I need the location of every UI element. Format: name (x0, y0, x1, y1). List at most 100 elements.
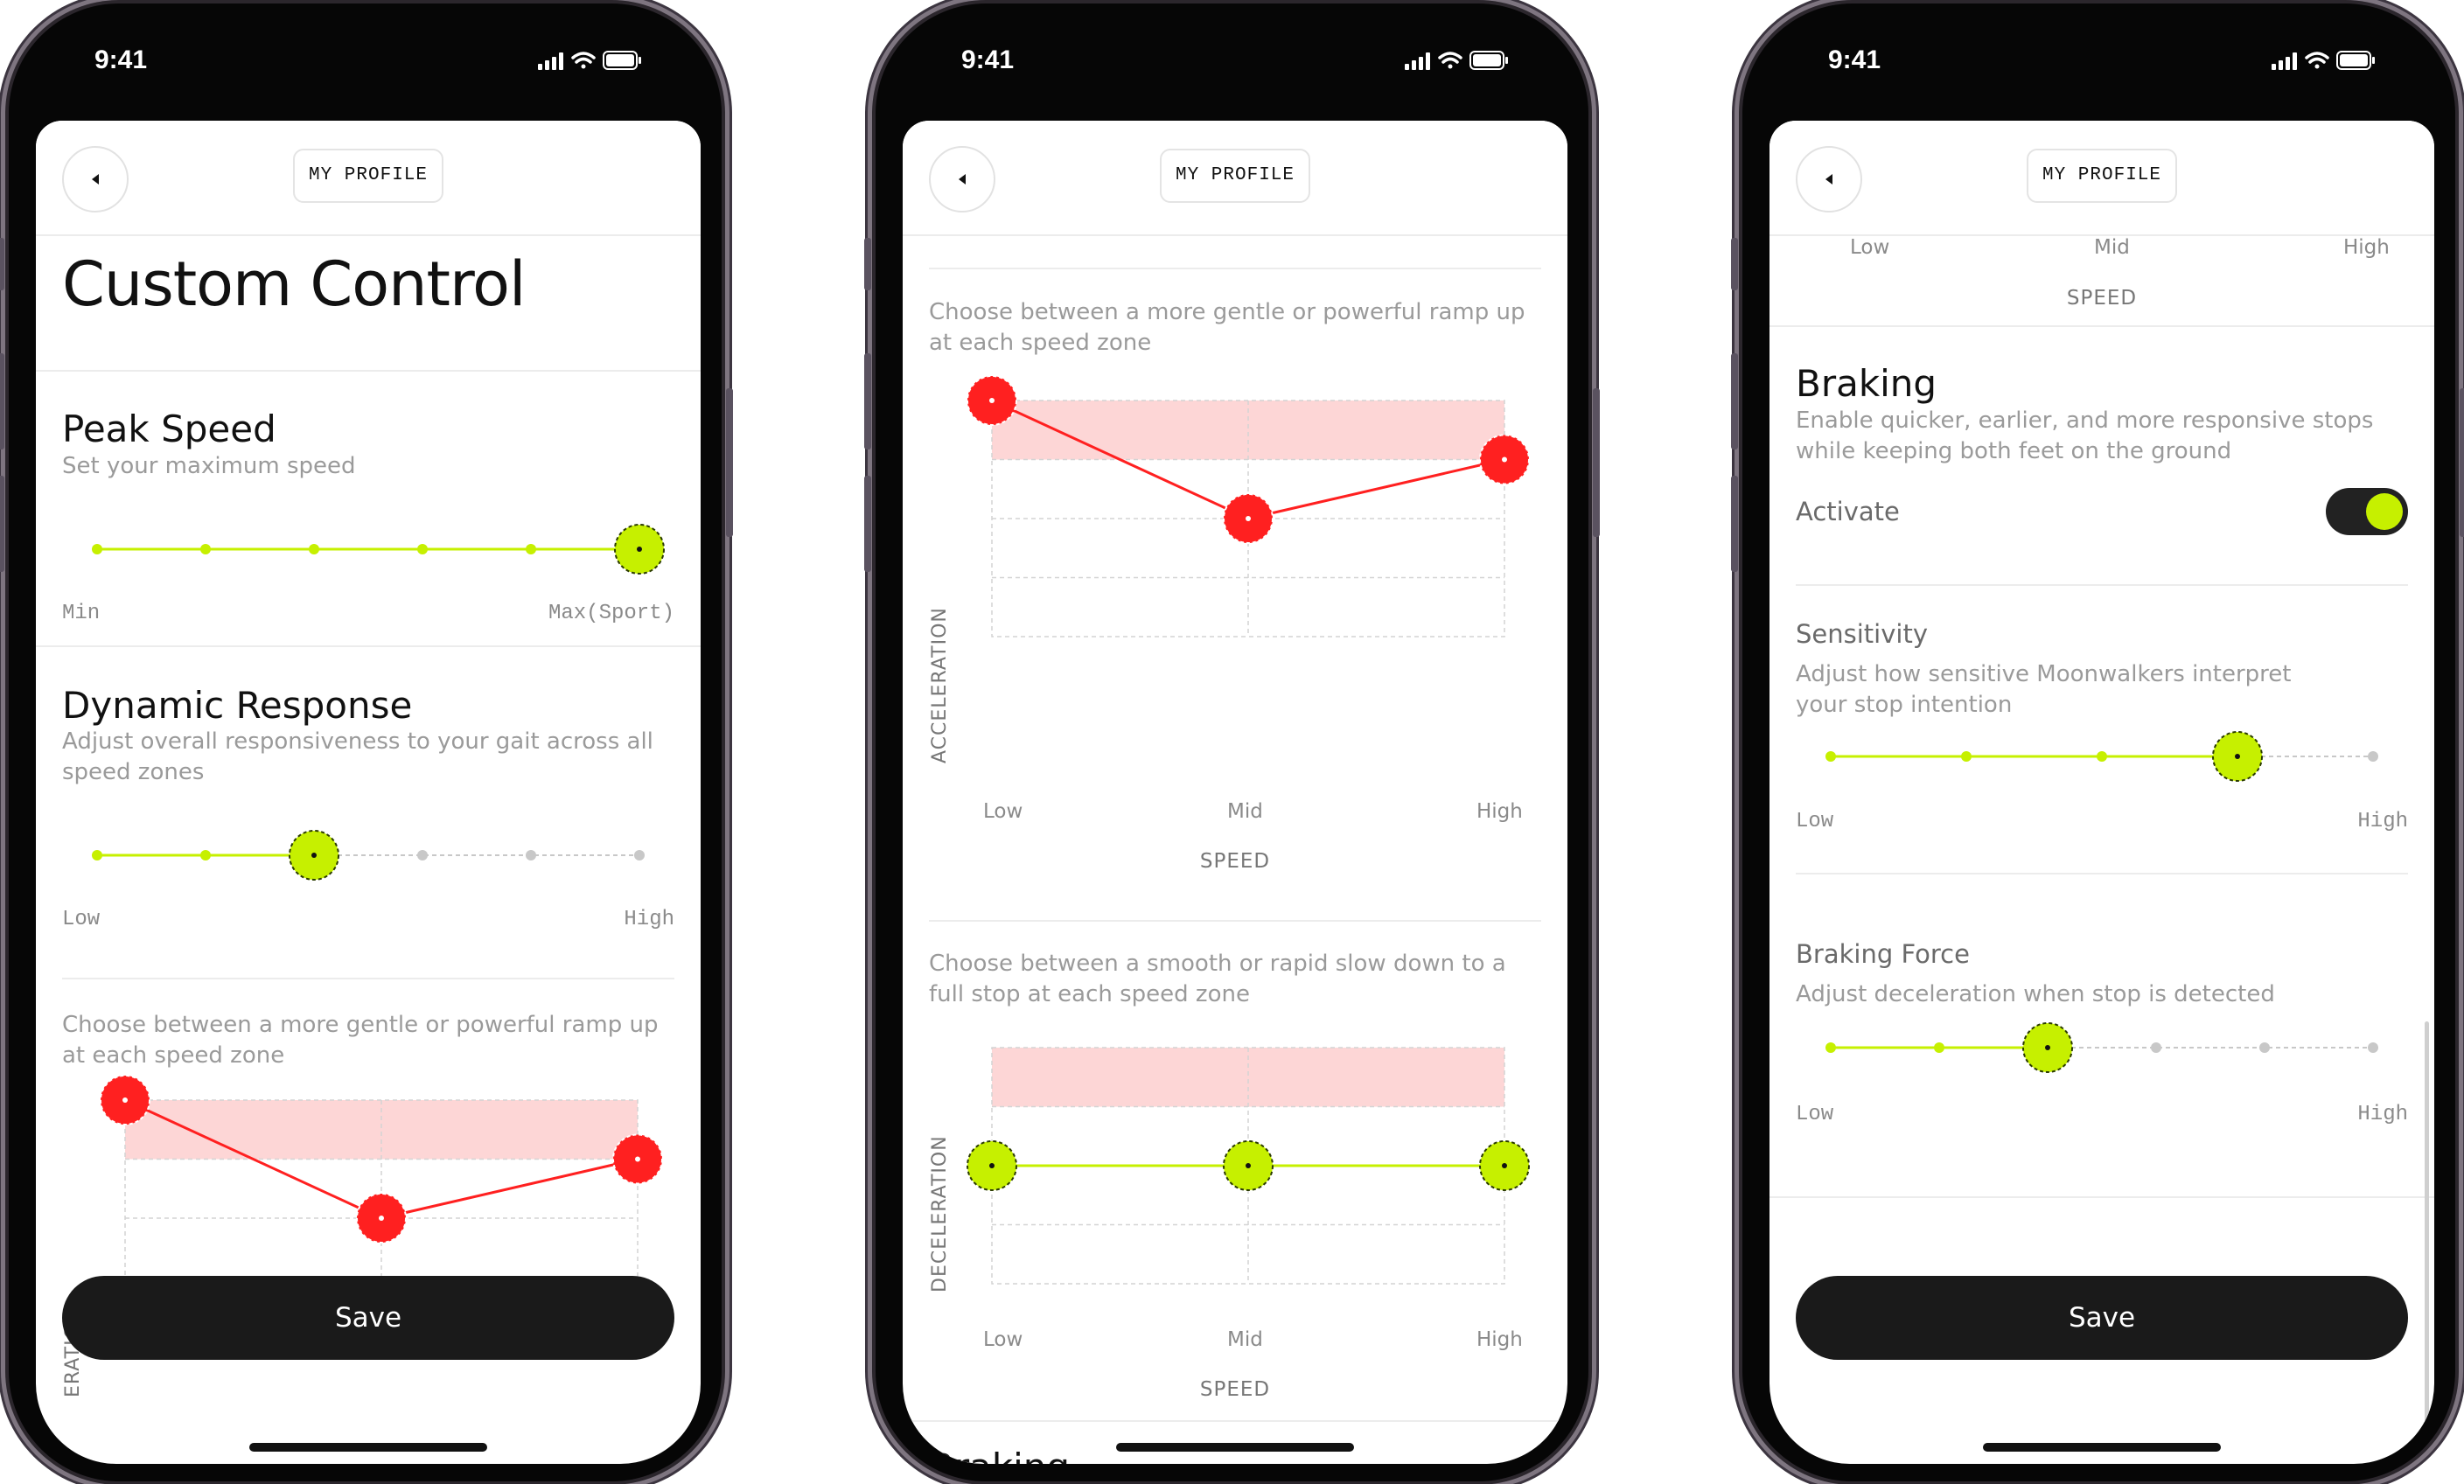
slider-step-dot (526, 850, 536, 860)
divider (1769, 1196, 2434, 1198)
slider-step-dot (417, 850, 428, 860)
slider-step-dot (92, 850, 102, 860)
my-profile-button[interactable]: MY PROFILE (2026, 149, 2178, 203)
braking-force-low-label: Low (1796, 1103, 1834, 1126)
sensitivity-desc: Adjust how sensitive Moonwalkers interpr… (1796, 661, 2292, 718)
status-time: 9:41 (1828, 45, 1881, 74)
acceleration-chart[interactable] (903, 374, 1567, 637)
slider-step-dot (2368, 751, 2378, 762)
back-button[interactable] (929, 146, 995, 212)
sensitivity-slider[interactable] (1769, 721, 2434, 791)
signal-icon (2272, 52, 2297, 70)
x-label-high: High (1476, 800, 1523, 823)
divider (1769, 325, 2434, 327)
slider-step-dot (309, 544, 319, 554)
sensitivity-title: Sensitivity (1796, 619, 1928, 649)
slider-step-dot (2151, 1042, 2161, 1053)
braking-force-title: Braking Force (1796, 939, 1970, 969)
screen: MY PROFILE Choose between a more gentle … (903, 121, 1567, 1464)
slider-thumb-center (2235, 754, 2240, 759)
acceleration-axis-label: ACCELERATION (929, 607, 951, 763)
peak-speed-max-label: Max(Sport) (548, 602, 674, 625)
deceleration-desc: Choose between a smooth or rapid slow do… (929, 951, 1506, 1007)
status-icons (1405, 51, 1508, 70)
nav-header: MY PROFILE (36, 121, 701, 236)
deceleration-x-axis-title: SPEED (1199, 1378, 1271, 1401)
phone-frame-3: 9:41 MY PROFILE Low Mid High SPEED Braki… (1731, 3, 2464, 1481)
home-indicator (1983, 1443, 2221, 1452)
x-label-mid: Mid (2094, 236, 2130, 259)
slider-step-dot (1961, 751, 1972, 762)
braking-force-high-label: High (2357, 1103, 2408, 1126)
chart-point-center (989, 1163, 995, 1168)
slider-step-dot (2259, 1042, 2270, 1053)
signal-icon (538, 52, 563, 70)
save-button[interactable]: Save (62, 1276, 674, 1360)
sensitivity-high-label: High (2357, 810, 2408, 833)
divider (929, 268, 1541, 269)
acceleration-desc: Choose between a more gentle or powerful… (929, 299, 1525, 356)
status-time: 9:41 (94, 45, 148, 74)
my-profile-button[interactable]: MY PROFILE (1159, 149, 1311, 203)
activate-label: Activate (1796, 497, 1900, 526)
acceleration-x-axis-title: SPEED (1199, 850, 1271, 873)
wifi-icon (2305, 52, 2329, 69)
battery-icon (2336, 51, 2375, 70)
slider-thumb-center (637, 547, 642, 552)
x-label-low: Low (983, 1328, 1023, 1351)
deceleration-axis-label: DECELERATION (929, 1135, 951, 1292)
back-button[interactable] (62, 146, 129, 212)
slider-step-dot (417, 544, 428, 554)
braking-title: Braking (929, 1446, 1070, 1464)
x-label-high: High (2343, 236, 2390, 259)
slider-thumb-center (311, 853, 317, 858)
slider-step-dot (200, 544, 211, 554)
slider-step-dot (1934, 1042, 1944, 1053)
x-label-low: Low (1850, 236, 1890, 259)
scroll-content[interactable]: Choose between a more gentle or powerful… (903, 234, 1567, 1464)
dynamic-response-desc: Adjust overall responsiveness to your ga… (62, 728, 653, 785)
status-bar: 9:41 (876, 3, 1588, 117)
status-bar: 9:41 (1742, 3, 2455, 117)
slider-step-dot (2097, 751, 2107, 762)
dynamic-response-low-label: Low (62, 908, 101, 931)
slider-step-dot (526, 544, 536, 554)
slider-step-dot (634, 850, 645, 860)
status-icons (2272, 51, 2375, 70)
dynamic-response-slider[interactable] (36, 820, 701, 890)
screen: MY PROFILE Low Mid High SPEED Braking En… (1769, 121, 2434, 1464)
slider-step-dot (2368, 1042, 2378, 1053)
divider (1796, 584, 2408, 586)
peak-speed-title: Peak Speed (62, 408, 276, 450)
chart-point-center (122, 1097, 128, 1103)
nav-header: MY PROFILE (903, 121, 1567, 236)
home-indicator (249, 1443, 487, 1452)
peak-speed-slider[interactable] (36, 514, 701, 584)
x-label-high: High (1476, 1328, 1523, 1351)
acceleration-desc: Choose between a more gentle or powerful… (62, 1012, 659, 1069)
x-label-mid: Mid (1227, 800, 1263, 823)
back-button[interactable] (1796, 146, 1862, 212)
deceleration-chart[interactable] (903, 1021, 1567, 1285)
battery-icon (603, 51, 641, 70)
peak-speed-desc: Set your maximum speed (62, 453, 356, 479)
braking-desc: Enable quicker, earlier, and more respon… (1796, 408, 2374, 464)
braking-activate-toggle[interactable] (2326, 488, 2408, 535)
sensitivity-low-label: Low (1796, 810, 1834, 833)
toggle-knob (2366, 493, 2403, 530)
wifi-icon (1438, 52, 1462, 69)
slider-step-dot (1825, 751, 1836, 762)
chart-point-center (1502, 1163, 1507, 1168)
wifi-icon (571, 52, 596, 69)
my-profile-button[interactable]: MY PROFILE (292, 149, 444, 203)
page-title: Custom Control (62, 248, 526, 320)
x-label-low: Low (983, 800, 1023, 823)
save-button[interactable]: Save (1796, 1276, 2408, 1360)
divider (36, 645, 701, 647)
slider-thumb-center (2045, 1045, 2050, 1050)
braking-title: Braking (1796, 362, 1937, 405)
braking-force-slider[interactable] (1769, 1013, 2434, 1083)
divider (62, 978, 674, 979)
scrollbar[interactable] (2425, 1021, 2429, 1464)
chart-point-center (379, 1216, 384, 1221)
